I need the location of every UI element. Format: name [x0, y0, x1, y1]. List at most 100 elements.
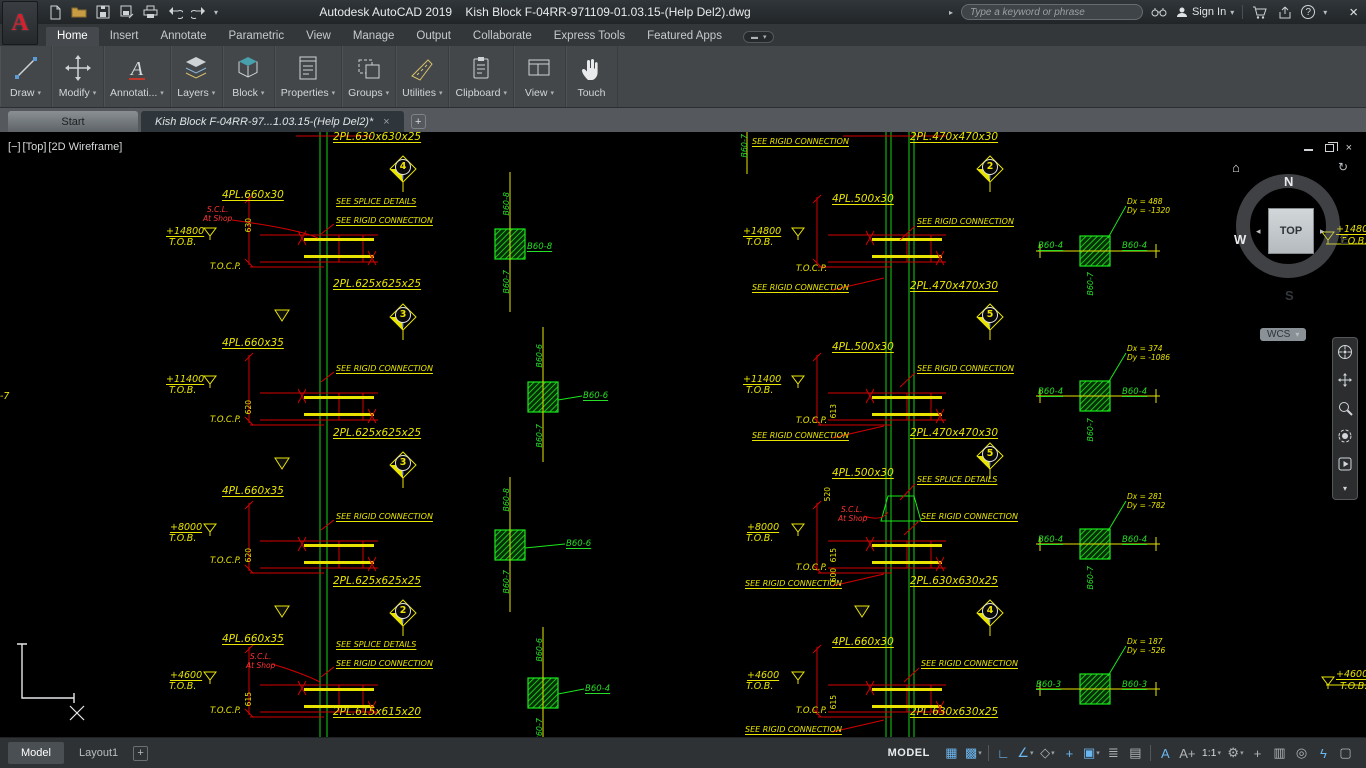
search-binoculars-icon[interactable] [1151, 4, 1168, 21]
ribbon-panel-properties[interactable]: Properties▾ [275, 46, 342, 107]
viewcube-south[interactable]: S [1285, 288, 1294, 303]
status-selection-cycling-icon[interactable]: ▤ [1125, 742, 1146, 764]
showmotion-icon[interactable] [1337, 456, 1353, 472]
search-input[interactable] [961, 4, 1143, 20]
ribbon-panel-utilities[interactable]: Utilities▾ [396, 46, 449, 107]
file-tab-start[interactable]: Start [8, 111, 138, 132]
plot-icon[interactable] [142, 4, 159, 21]
tab-parametric[interactable]: Parametric [218, 27, 296, 46]
help-caret[interactable]: ▾ [1323, 8, 1327, 17]
status-polar-icon[interactable]: ∠▾ [1015, 742, 1036, 764]
viewcube-right-arrow-icon[interactable]: ▸ [1320, 226, 1325, 237]
status-workspace-gear-icon[interactable]: ⚙▾ [1225, 742, 1246, 764]
status-otrack-icon[interactable]: + [1059, 742, 1080, 764]
viewcube[interactable]: ⌂ ↻ N S W E TOP ◂ ▸ WCS ▾ [1232, 160, 1350, 320]
window-close-button[interactable]: × [1349, 4, 1358, 21]
status-lineweight-icon[interactable]: ≣ [1103, 742, 1124, 764]
qat-customize-caret[interactable]: ▾ [214, 8, 218, 17]
file-tab-document[interactable]: Kish Block F-04RR-97...1.03.15-(Help Del… [141, 111, 404, 132]
sign-in-caret[interactable]: ▾ [1230, 8, 1234, 17]
open-file-icon[interactable] [70, 4, 87, 21]
add-layout-button[interactable]: + [133, 746, 148, 761]
status-scale-button[interactable]: 1:1▾ [1199, 742, 1224, 764]
viewcube-east[interactable]: E [1340, 232, 1349, 247]
tab-output[interactable]: Output [405, 27, 462, 46]
panel-label: Draw [10, 87, 35, 99]
ribbon-panel-annotation[interactable]: A Annotati...▾ [104, 46, 171, 107]
model-space-button[interactable]: MODEL [879, 747, 939, 759]
status-isolate-icon[interactable]: ◎ [1291, 742, 1312, 764]
wcs-dropdown[interactable]: WCS ▾ [1260, 328, 1306, 341]
status-osnap-icon[interactable]: ▣▾ [1081, 742, 1102, 764]
pan-icon[interactable] [1337, 372, 1353, 388]
block-icon [234, 50, 262, 86]
ribbon-panel-view[interactable]: View▾ [514, 46, 566, 107]
ribbon-panel-clipboard[interactable]: Clipboard▾ [449, 46, 513, 107]
drawing-canvas[interactable]: 2PL.630x630x254PL.660x30S.C.L.At Shop+14… [0, 132, 1366, 737]
tab-annotate[interactable]: Annotate [149, 27, 217, 46]
viewcube-left-arrow-icon[interactable]: ◂ [1256, 226, 1261, 237]
zoom-icon[interactable] [1337, 400, 1353, 416]
status-grid-icon[interactable]: ▦ [941, 742, 962, 764]
save-icon[interactable] [94, 4, 111, 21]
status-snap-icon[interactable]: ▩▾ [963, 742, 984, 764]
navwheel-icon[interactable] [1337, 344, 1353, 360]
status-clean-screen-icon[interactable]: ▢ [1335, 742, 1356, 764]
orbit-icon[interactable] [1337, 428, 1353, 444]
document-tab-close-icon[interactable]: × [383, 116, 389, 128]
panel-label: Block [232, 87, 258, 99]
ribbon-display-toggle[interactable]: ▬▾ [743, 31, 775, 43]
app-name: Autodesk AutoCAD 2019 [319, 5, 452, 19]
draw-icon [12, 50, 40, 86]
status-quick-properties-icon[interactable]: ▥ [1269, 742, 1290, 764]
help-icon[interactable]: ? [1301, 5, 1315, 19]
tab-insert[interactable]: Insert [99, 27, 150, 46]
tab-manage[interactable]: Manage [342, 27, 406, 46]
tab-view[interactable]: View [295, 27, 342, 46]
tab-collaborate[interactable]: Collaborate [462, 27, 543, 46]
ribbon-panel-draw[interactable]: Draw▾ [0, 46, 52, 107]
status-crosshair-icon[interactable]: + [1247, 742, 1268, 764]
viewport-menu-control[interactable]: [−] [8, 141, 21, 153]
tab-featured-apps[interactable]: Featured Apps [636, 27, 733, 46]
tab-express-tools[interactable]: Express Tools [543, 27, 636, 46]
redo-icon[interactable] [190, 4, 207, 21]
drawing-minimize-icon[interactable] [1304, 145, 1313, 151]
panel-label: Groups [348, 87, 382, 99]
navbar-caret-icon[interactable]: ▾ [1343, 484, 1347, 493]
ribbon-panel-layers[interactable]: Layers▾ [171, 46, 223, 107]
search-history-caret[interactable]: ▸ [949, 8, 953, 17]
status-graphics-performance-icon[interactable]: ϟ [1313, 742, 1334, 764]
status-autoscale-icon[interactable]: A+ [1177, 742, 1198, 764]
cart-icon[interactable] [1251, 4, 1268, 21]
viewport-visual-style-control[interactable]: [2D Wireframe] [48, 141, 122, 153]
new-file-icon[interactable] [46, 4, 63, 21]
drawing-close-icon[interactable]: × [1346, 142, 1352, 154]
status-isodraft-icon[interactable]: ◇▾ [1037, 742, 1058, 764]
ribbon-panel-modify[interactable]: Modify▾ [52, 46, 104, 107]
layout1-tab[interactable]: Layout1 [66, 742, 131, 764]
ribbon-panel-touch[interactable]: Touch [566, 46, 618, 107]
file-tab-bar: Start Kish Block F-04RR-97...1.03.15-(He… [0, 108, 1366, 132]
undo-icon[interactable] [166, 4, 183, 21]
tab-home[interactable]: Home [46, 27, 99, 46]
viewcube-home-icon[interactable]: ⌂ [1232, 160, 1240, 175]
status-ortho-icon[interactable]: ∟ [993, 742, 1014, 764]
panel-label: View [525, 87, 548, 99]
new-drawing-tab-button[interactable]: + [411, 114, 426, 129]
viewport-view-control[interactable]: [Top] [23, 141, 47, 153]
drawing-restore-icon[interactable] [1325, 144, 1334, 152]
save-as-icon[interactable] [118, 4, 135, 21]
viewcube-north[interactable]: N [1284, 174, 1293, 189]
viewcube-west[interactable]: W [1234, 232, 1246, 247]
share-icon[interactable] [1276, 4, 1293, 21]
viewcube-top-face[interactable]: TOP [1268, 208, 1314, 254]
viewcube-roll-arrows-icon[interactable]: ↻ [1338, 160, 1348, 174]
ribbon-panel-block[interactable]: Block▾ [223, 46, 275, 107]
status-annotation-visibility-icon[interactable]: A [1155, 742, 1176, 764]
application-menu-button[interactable]: A [2, 1, 38, 45]
sign-in-button[interactable]: Sign In ▾ [1176, 6, 1234, 18]
panel-label: Layers [177, 87, 209, 99]
ribbon-panel-groups[interactable]: Groups▾ [342, 46, 396, 107]
model-tab[interactable]: Model [8, 742, 64, 764]
